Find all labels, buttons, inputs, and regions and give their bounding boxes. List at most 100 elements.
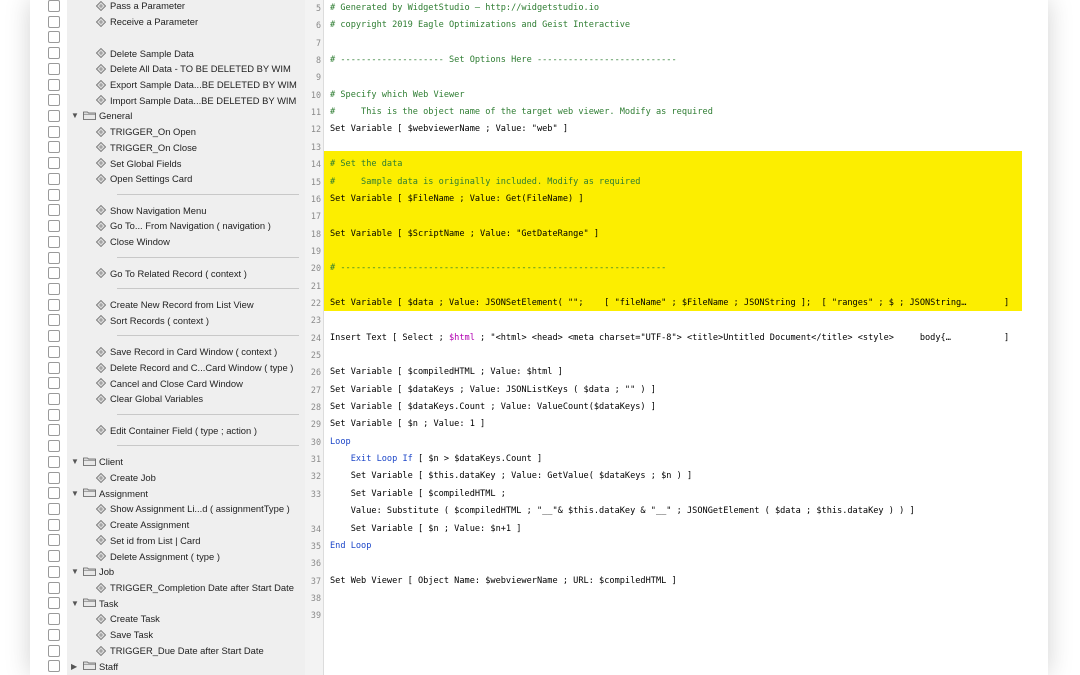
code-line[interactable]: Set Variable [ $webviewerName ; Value: "…	[330, 121, 568, 138]
row-checkbox[interactable]	[48, 314, 60, 327]
row-checkbox[interactable]	[48, 565, 60, 578]
row-checkbox[interactable]	[48, 393, 60, 405]
script-item[interactable]: Delete All Data - TO BE DELETED BY WIM	[67, 61, 305, 77]
script-editor[interactable]: # Generated by WidgetStudio – http://wid…	[324, 0, 1033, 675]
folder-item[interactable]: ▶ Staff	[67, 658, 305, 674]
row-checkbox[interactable]	[48, 0, 60, 12]
code-line[interactable]: Value: Substitute ( $compiledHTML ; "__"…	[330, 503, 915, 520]
row-checkbox[interactable]	[48, 47, 60, 60]
row-checkbox[interactable]	[48, 251, 60, 264]
code-line[interactable]: Set Variable [ $this.dataKey ; Value: Ge…	[330, 468, 692, 485]
row-checkbox[interactable]	[48, 660, 60, 673]
row-checkbox[interactable]	[48, 424, 60, 437]
script-item[interactable]: TRIGGER_Due Date after Start Date	[67, 643, 305, 659]
script-item[interactable]: TRIGGER_On Open	[67, 124, 305, 140]
row-checkbox[interactable]	[48, 94, 60, 107]
row-checkbox[interactable]	[48, 345, 60, 358]
code-line[interactable]: # Specify which Web Viewer	[330, 87, 465, 104]
script-item[interactable]: Create Job	[67, 470, 305, 486]
code-line[interactable]: Set Variable [ $data ; Value: JSONSetEle…	[330, 295, 966, 312]
script-item[interactable]: TRIGGER_On Close	[67, 139, 305, 155]
code-line[interactable]: Set Variable [ $n ; Value: 1 ]	[330, 416, 485, 433]
script-item[interactable]: Delete Record and C...Card Window ( type…	[67, 360, 305, 376]
row-checkbox[interactable]	[48, 141, 60, 154]
script-item[interactable]: Import Sample Data...BE DELETED BY WIM	[67, 92, 305, 108]
row-checkbox[interactable]	[48, 330, 60, 343]
row-checkbox[interactable]	[48, 282, 60, 295]
code-line[interactable]: Set Web Viewer [ Object Name: $webviewer…	[330, 573, 677, 590]
row-checkbox[interactable]	[48, 455, 60, 468]
row-checkbox[interactable]	[48, 235, 60, 248]
row-checkbox[interactable]	[48, 487, 60, 500]
code-line[interactable]: Set Variable [ $compiledHTML ;	[330, 486, 506, 503]
code-line[interactable]: # --------------------------------------…	[330, 260, 666, 277]
row-checkbox[interactable]	[48, 550, 60, 563]
code-line[interactable]: Exit Loop If [ $n > $dataKeys.Count ]	[330, 451, 542, 468]
code-line[interactable]: # copyright 2019 Eagle Optimizations and…	[330, 17, 630, 34]
row-checkbox[interactable]	[48, 62, 60, 75]
code-line[interactable]: Set Variable [ $FileName ; Value: Get(Fi…	[330, 191, 584, 208]
script-item[interactable]: Edit Container Field ( type ; action )	[67, 422, 305, 438]
disclosure-down-icon[interactable]: ▼	[71, 489, 79, 498]
code-line[interactable]: # Sample data is originally included. Mo…	[330, 174, 640, 191]
script-item[interactable]: Save Record in Card Window ( context )	[67, 344, 305, 360]
row-checkbox[interactable]	[48, 581, 60, 594]
row-checkbox[interactable]	[48, 518, 60, 531]
row-checkbox[interactable]	[48, 471, 60, 484]
disclosure-down-icon[interactable]: ▼	[71, 457, 79, 466]
code-line[interactable]: End Loop	[330, 538, 371, 555]
script-item[interactable]: Receive a Parameter	[67, 14, 305, 30]
row-checkbox[interactable]	[48, 597, 60, 610]
row-checkbox[interactable]	[48, 110, 60, 123]
code-line[interactable]: Set Variable [ $compiledHTML ; Value: $h…	[330, 364, 563, 381]
code-line[interactable]: Loop	[330, 434, 351, 451]
script-item[interactable]: Close Window	[67, 234, 305, 250]
folder-item[interactable]: ▼ Assignment	[67, 485, 305, 501]
row-checkbox[interactable]	[48, 157, 60, 170]
row-checkbox[interactable]	[48, 267, 60, 280]
folder-item[interactable]: ▼ General	[67, 108, 305, 124]
script-item[interactable]: Create New Record from List View	[67, 297, 305, 313]
script-item[interactable]: Clear Global Variables	[67, 391, 305, 407]
script-item[interactable]: Create Task	[67, 611, 305, 627]
row-checkbox[interactable]	[48, 408, 60, 421]
script-item[interactable]: Save Task	[67, 627, 305, 643]
code-line[interactable]: Set Variable [ $n ; Value: $n+1 ]	[330, 521, 522, 538]
code-line[interactable]: Set Variable [ $dataKeys ; Value: JSONLi…	[330, 382, 656, 399]
code-line[interactable]: # Set the data	[330, 156, 402, 173]
code-line[interactable]: # -------------------- Set Options Here …	[330, 52, 677, 69]
disclosure-down-icon[interactable]: ▼	[71, 567, 79, 576]
script-item[interactable]: Cancel and Close Card Window	[67, 375, 305, 391]
row-checkbox[interactable]	[48, 534, 60, 547]
row-checkbox[interactable]	[48, 15, 60, 28]
script-item[interactable]: Show Assignment Li...d ( assignmentType …	[67, 501, 305, 517]
folder-item[interactable]: ▼ Task	[67, 595, 305, 611]
row-checkbox[interactable]	[48, 204, 60, 217]
row-checkbox[interactable]	[48, 220, 60, 233]
script-item[interactable]: Show Navigation Menu	[67, 202, 305, 218]
script-item[interactable]: TRIGGER_Completion Date after Start Date	[67, 580, 305, 596]
script-item[interactable]: Delete Assignment ( type )	[67, 548, 305, 564]
row-checkbox[interactable]	[48, 298, 60, 311]
row-checkbox[interactable]	[48, 613, 60, 626]
row-checkbox[interactable]	[48, 628, 60, 641]
script-item[interactable]: Open Settings Card	[67, 171, 305, 187]
code-line[interactable]: # This is the object name of the target …	[330, 104, 713, 121]
script-item[interactable]: Set id from List | Card	[67, 532, 305, 548]
script-item[interactable]: Export Sample Data...BE DELETED BY WIM	[67, 77, 305, 93]
row-checkbox[interactable]	[48, 361, 60, 374]
row-checkbox[interactable]	[48, 377, 60, 390]
row-checkbox[interactable]	[48, 78, 60, 91]
folder-item[interactable]: ▼ Client	[67, 454, 305, 470]
code-line[interactable]: Set Variable [ $dataKeys.Count ; Value: …	[330, 399, 656, 416]
code-line[interactable]: # Generated by WidgetStudio – http://wid…	[330, 0, 599, 17]
row-checkbox[interactable]	[48, 31, 60, 44]
row-checkbox[interactable]	[48, 644, 60, 657]
script-item[interactable]: Go To... From Navigation ( navigation )	[67, 218, 305, 234]
row-checkbox[interactable]	[48, 440, 60, 453]
script-item[interactable]: Create Assignment	[67, 517, 305, 533]
script-item[interactable]: Set Global Fields	[67, 155, 305, 171]
disclosure-right-icon[interactable]: ▶	[71, 662, 77, 671]
script-item[interactable]: Sort Records ( context )	[67, 312, 305, 328]
code-line[interactable]: Set Variable [ $ScriptName ; Value: "Get…	[330, 226, 599, 243]
